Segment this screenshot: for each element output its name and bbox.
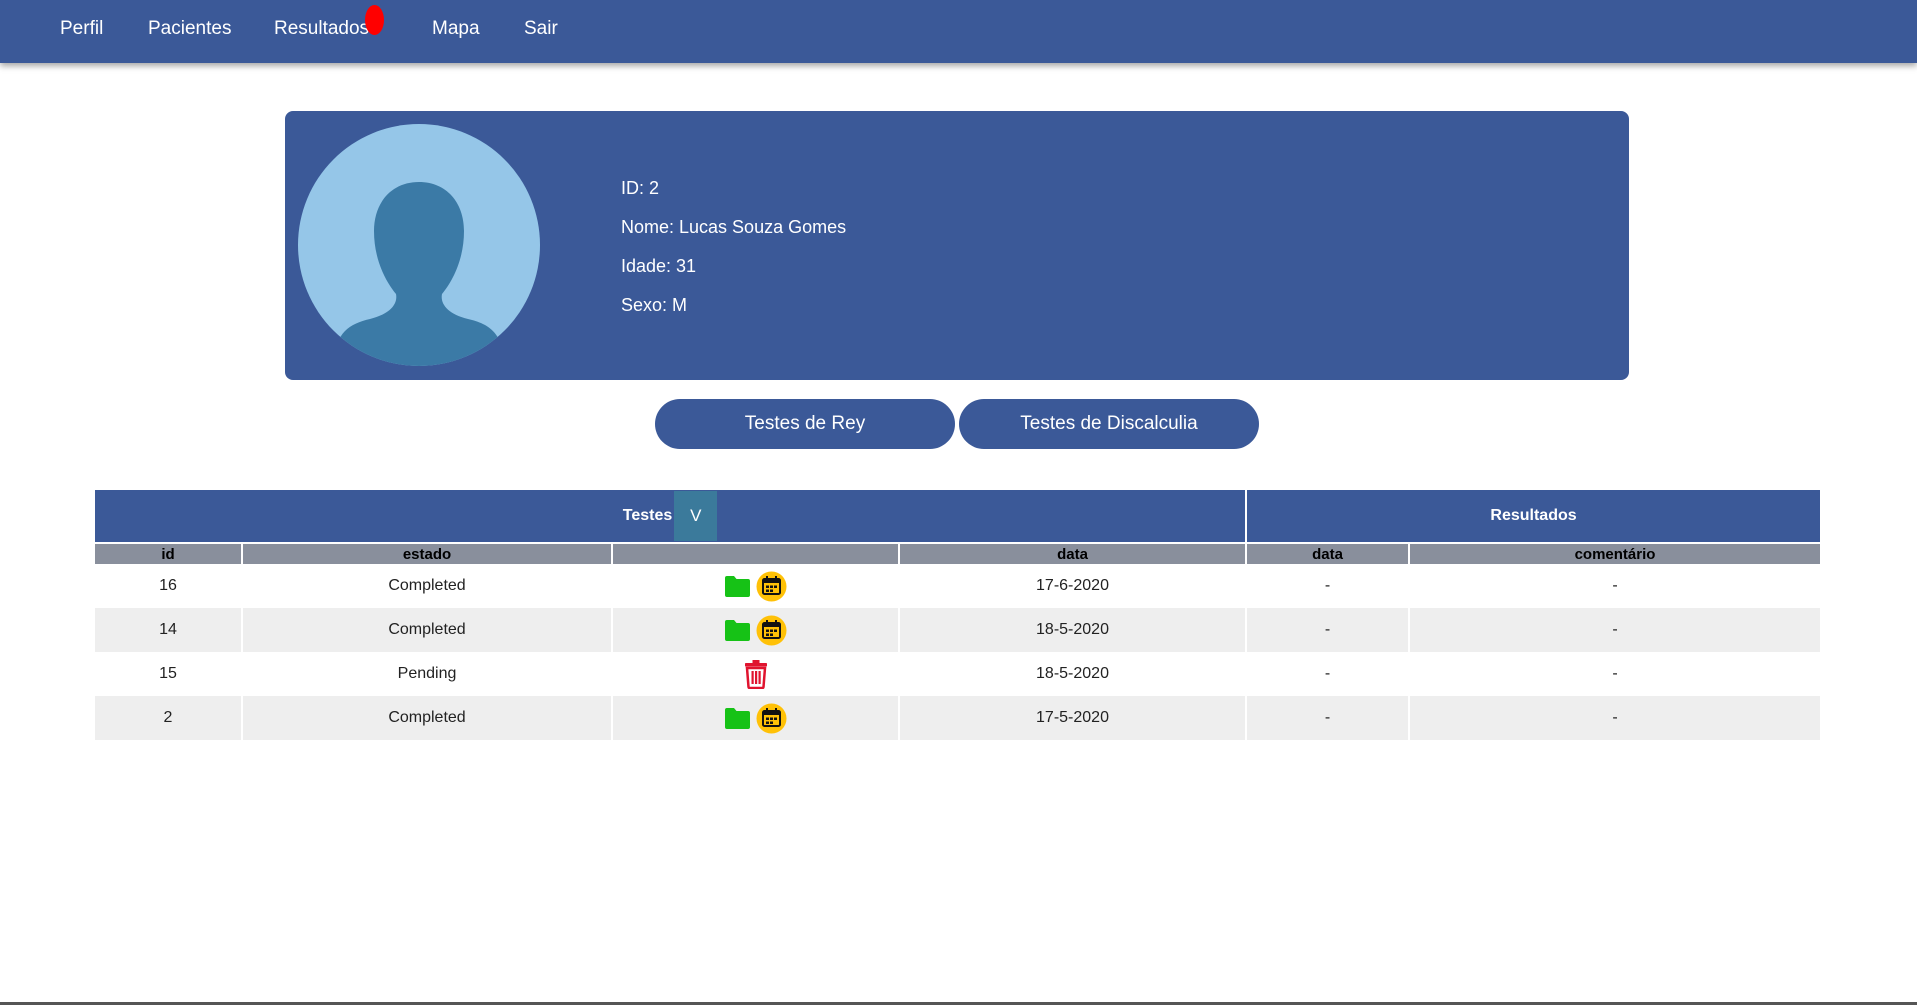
col-header-result-data: data: [1246, 542, 1411, 564]
col-header-data: data: [899, 542, 1248, 564]
row-result-data: -: [1246, 696, 1411, 740]
row-data: 17-5-2020: [899, 696, 1248, 740]
tests-results-table: Testes V Resultados id estado data data c…: [95, 490, 1821, 740]
nav-mapa[interactable]: Mapa: [432, 18, 480, 40]
row-actions: [612, 564, 900, 608]
calendar-icon[interactable]: [756, 615, 787, 646]
row-id: 2: [95, 696, 243, 740]
results-group-header: Resultados: [1246, 490, 1821, 543]
row-estado: Completed: [242, 696, 613, 740]
col-header-estado: estado: [242, 542, 613, 564]
discalculia-tests-button[interactable]: Testes de Discalculia: [959, 399, 1259, 449]
row-estado: Completed: [242, 608, 613, 652]
calendar-icon[interactable]: [756, 703, 787, 734]
row-id: 15: [95, 652, 243, 696]
table-row: 15 Pending 18-5-2020 - -: [95, 652, 1821, 696]
patient-name: Nome: Lucas Souza Gomes: [621, 217, 847, 237]
folder-icon[interactable]: [724, 706, 751, 730]
folder-icon[interactable]: [724, 618, 751, 642]
notification-badge: [365, 5, 384, 35]
col-header-comentario: comentário: [1409, 542, 1821, 564]
row-data: 18-5-2020: [899, 652, 1248, 696]
row-result-data: -: [1246, 608, 1411, 652]
top-navbar: Perfil Pacientes Resultados Mapa Sair: [0, 0, 1917, 63]
nav-sair[interactable]: Sair: [524, 18, 558, 40]
row-id: 14: [95, 608, 243, 652]
patient-sex: Sexo: M: [621, 295, 688, 315]
row-result-data: -: [1246, 652, 1411, 696]
tests-group-header: Testes V: [95, 490, 1248, 543]
row-estado: Pending: [242, 652, 613, 696]
tests-toggle-button[interactable]: V: [674, 491, 718, 541]
trash-icon[interactable]: [744, 659, 768, 689]
row-estado: Completed: [242, 564, 613, 608]
col-header-actions: [612, 542, 900, 564]
row-comentario: -: [1409, 564, 1821, 608]
patient-age: Idade: 31: [621, 256, 697, 276]
nav-pacientes[interactable]: Pacientes: [148, 18, 231, 40]
row-comentario: -: [1409, 696, 1821, 740]
row-comentario: -: [1409, 652, 1821, 696]
table-row: 14 Completed 18-5-2020 - -: [95, 608, 1821, 652]
tests-group-label: Testes: [622, 507, 673, 525]
row-data: 17-6-2020: [899, 564, 1248, 608]
calendar-icon[interactable]: [756, 571, 787, 602]
nav-resultados[interactable]: Resultados: [274, 18, 369, 40]
table-row: 16 Completed 17-6-2020 - -: [95, 564, 1821, 608]
row-comentario: -: [1409, 608, 1821, 652]
row-actions: [612, 608, 900, 652]
nav-perfil[interactable]: Perfil: [60, 18, 103, 40]
row-data: 18-5-2020: [899, 608, 1248, 652]
row-id: 16: [95, 564, 243, 608]
rey-tests-button[interactable]: Testes de Rey: [655, 399, 955, 449]
row-actions: [612, 696, 900, 740]
folder-icon[interactable]: [724, 574, 751, 598]
patient-profile-card: ID: 2 Nome: Lucas Souza Gomes Idade: 31 …: [285, 111, 1629, 380]
table-row: 2 Completed 17-5-2020 - -: [95, 696, 1821, 740]
avatar-icon: [298, 124, 540, 366]
col-header-id: id: [95, 542, 243, 564]
row-actions: [612, 652, 900, 696]
row-result-data: -: [1246, 564, 1411, 608]
patient-id: ID: 2: [621, 178, 660, 198]
